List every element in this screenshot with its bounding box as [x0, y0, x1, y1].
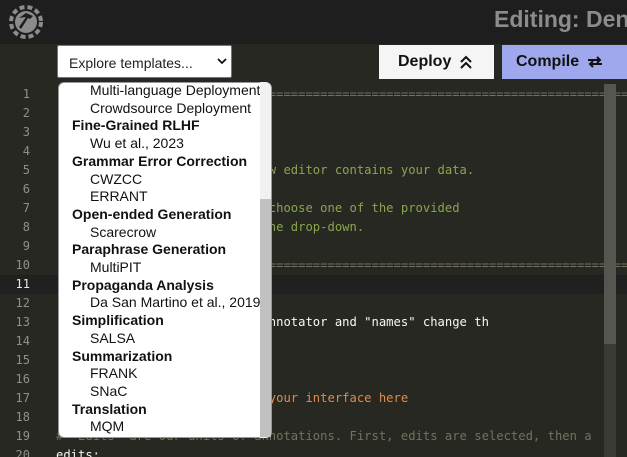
- dropdown-option[interactable]: MultiPIT: [90, 258, 141, 276]
- editor-scrollbar-thumb[interactable]: [604, 84, 616, 344]
- double-chevron-up-icon: [460, 55, 472, 69]
- dropdown-group-label: Paraphrase Generation: [72, 241, 227, 258]
- line-number: 14: [15, 334, 30, 348]
- editor-line[interactable]: 20 edits:: [0, 446, 627, 457]
- dropdown-option[interactable]: Da San Martino et al., 2019: [90, 293, 260, 311]
- line-number: 20: [15, 448, 30, 457]
- deploy-button-label: Deploy: [398, 53, 452, 70]
- line-number: 11: [15, 277, 30, 291]
- dropdown-option[interactable]: CWZCC: [90, 170, 142, 188]
- dropdown-option[interactable]: SALSA: [90, 329, 135, 347]
- deploy-button[interactable]: Deploy: [379, 45, 494, 79]
- line-number: 4: [22, 144, 30, 158]
- line-number: 7: [22, 201, 30, 215]
- template-dropdown-list[interactable]: Multi-language Deployment Crowdsource Dep…: [58, 82, 272, 438]
- hammer-gear-logo-icon[interactable]: [6, 2, 46, 42]
- template-select[interactable]: Explore templates...: [57, 45, 232, 78]
- dropdown-option[interactable]: ERRANT: [90, 187, 148, 205]
- line-number: 19: [15, 429, 30, 443]
- dropdown-option[interactable]: Crowdsource Deployment: [90, 99, 251, 117]
- dropdown-option[interactable]: FRANK: [90, 364, 137, 382]
- dropdown-option[interactable]: Multi-language Deployment: [90, 83, 260, 99]
- line-number: 6: [22, 182, 30, 196]
- line-number: 17: [15, 391, 30, 405]
- dropdown-group-label: Open-ended Generation: [72, 205, 232, 222]
- dropdown-option[interactable]: MQM: [90, 417, 124, 435]
- line-number: 16: [15, 372, 30, 386]
- line-number: 12: [15, 296, 30, 310]
- line-number: 5: [22, 163, 30, 177]
- chevron-down-icon: [217, 58, 227, 65]
- top-bar: Editing: Den: [0, 0, 627, 44]
- line-number: 10: [15, 258, 30, 272]
- refresh-arrows-icon: [588, 56, 602, 68]
- dropdown-scrollbar-thumb[interactable]: [260, 199, 271, 437]
- line-number: 18: [15, 410, 30, 424]
- dropdown-option[interactable]: SNaC: [90, 382, 127, 400]
- dropdown-option[interactable]: Scarecrow: [90, 223, 156, 241]
- dropdown-group-label: Grammar Error Correction: [72, 152, 248, 169]
- line-number: 3: [22, 125, 30, 139]
- page-title: Editing: Den: [494, 6, 627, 32]
- code-text: edits:: [56, 448, 101, 457]
- compile-button[interactable]: Compile: [502, 45, 627, 79]
- dropdown-group-label: Propaganda Analysis: [72, 276, 214, 293]
- line-number: 15: [15, 353, 30, 367]
- dropdown-group-label: Translation: [72, 400, 147, 417]
- template-select-value: Explore templates...: [69, 55, 193, 71]
- line-number: 13: [15, 315, 30, 329]
- dropdown-option[interactable]: Wu et al., 2023: [90, 134, 184, 152]
- dropdown-group-label: Summarization: [72, 347, 173, 364]
- line-number: 2: [22, 106, 30, 120]
- dropdown-group-label: Simplification: [72, 312, 164, 329]
- line-number: 8: [22, 220, 30, 234]
- compile-button-label: Compile: [516, 53, 580, 70]
- line-number: 9: [22, 239, 30, 253]
- dropdown-group-label: Fine-Grained RLHF: [72, 117, 200, 134]
- line-number: 1: [22, 87, 30, 101]
